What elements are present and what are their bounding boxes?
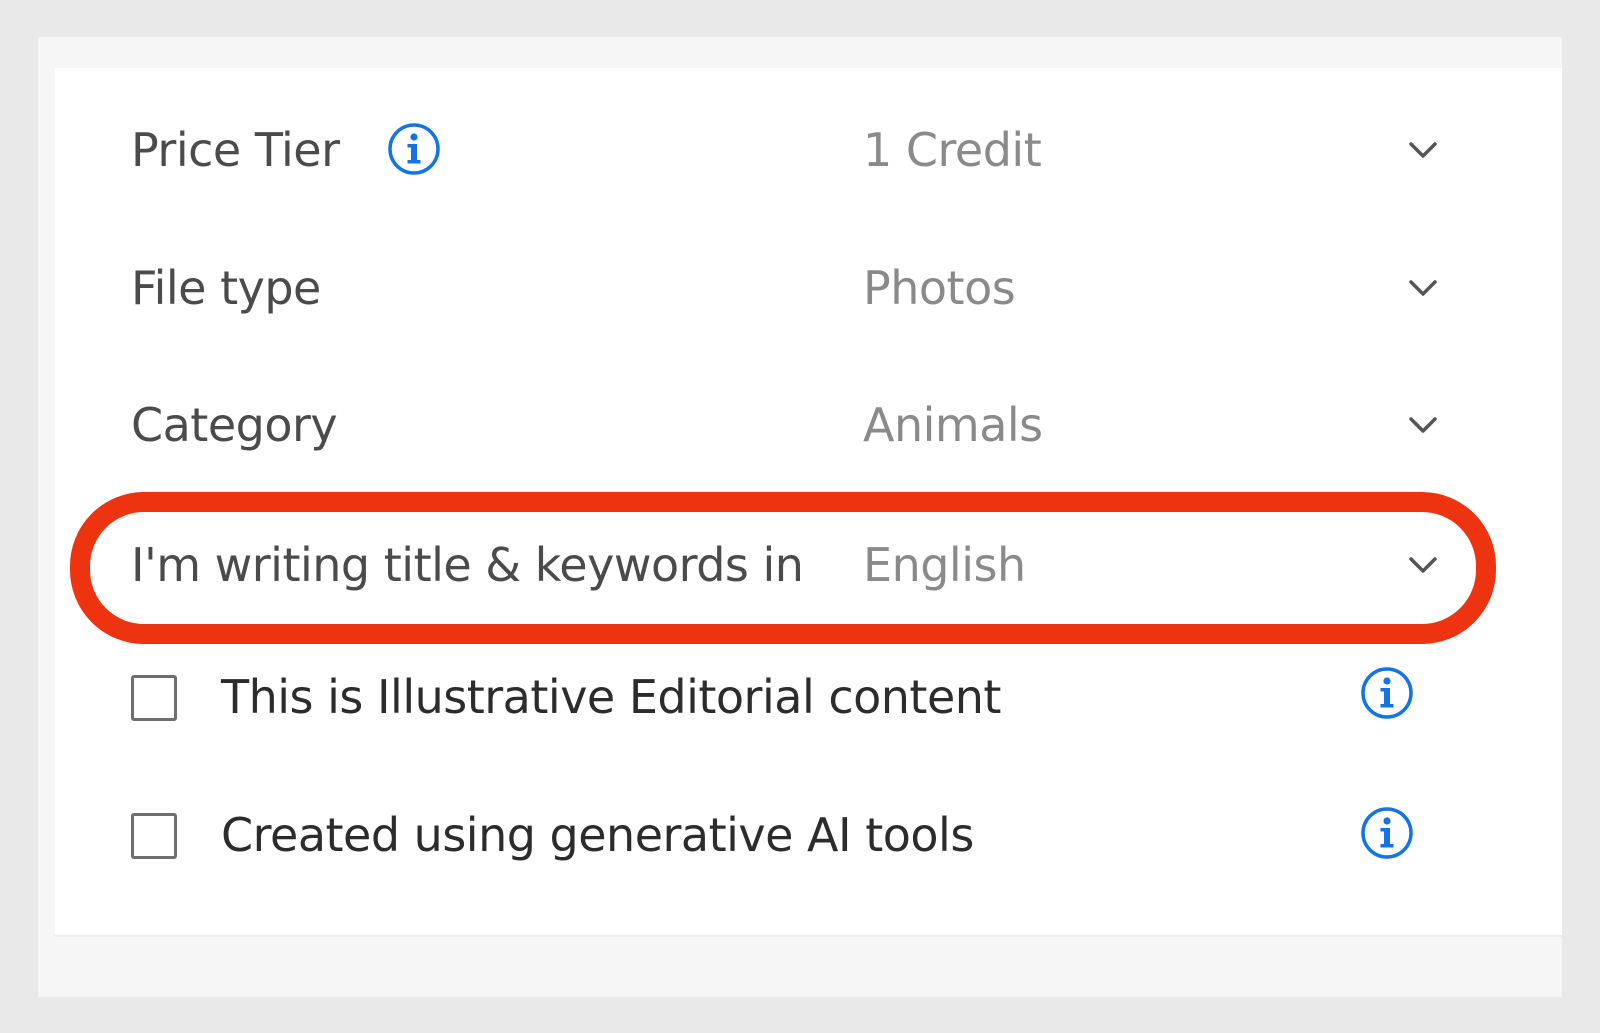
generative-ai-checkbox[interactable]: [131, 813, 177, 859]
chevron-down-icon[interactable]: [1405, 132, 1441, 168]
info-icon[interactable]: [387, 122, 441, 176]
language-value[interactable]: English: [863, 538, 1026, 592]
price-tier-row[interactable]: Price Tier 1 Credit: [55, 95, 1562, 205]
language-label: I'm writing title & keywords in: [131, 538, 804, 592]
chevron-down-icon[interactable]: [1405, 547, 1441, 583]
chevron-down-icon[interactable]: [1405, 407, 1441, 443]
info-icon[interactable]: [1360, 806, 1414, 860]
price-tier-label: Price Tier: [131, 123, 340, 177]
file-type-value[interactable]: Photos: [863, 261, 1016, 315]
price-tier-value[interactable]: 1 Credit: [863, 123, 1042, 177]
asset-details-form: Price Tier 1 Credit File type Photos Cat…: [55, 68, 1562, 937]
category-row[interactable]: Category Animals: [55, 370, 1562, 480]
generative-ai-label: Created using generative AI tools: [221, 808, 974, 862]
illustrative-editorial-checkbox[interactable]: [131, 675, 177, 721]
file-type-row[interactable]: File type Photos: [55, 233, 1562, 343]
language-row[interactable]: I'm writing title & keywords in English: [55, 510, 1562, 620]
category-value[interactable]: Animals: [863, 398, 1043, 452]
chevron-down-icon[interactable]: [1405, 270, 1441, 306]
illustrative-editorial-label: This is Illustrative Editorial content: [221, 670, 1001, 724]
category-label: Category: [131, 398, 338, 452]
info-icon[interactable]: [1360, 666, 1414, 720]
file-type-label: File type: [131, 261, 321, 315]
